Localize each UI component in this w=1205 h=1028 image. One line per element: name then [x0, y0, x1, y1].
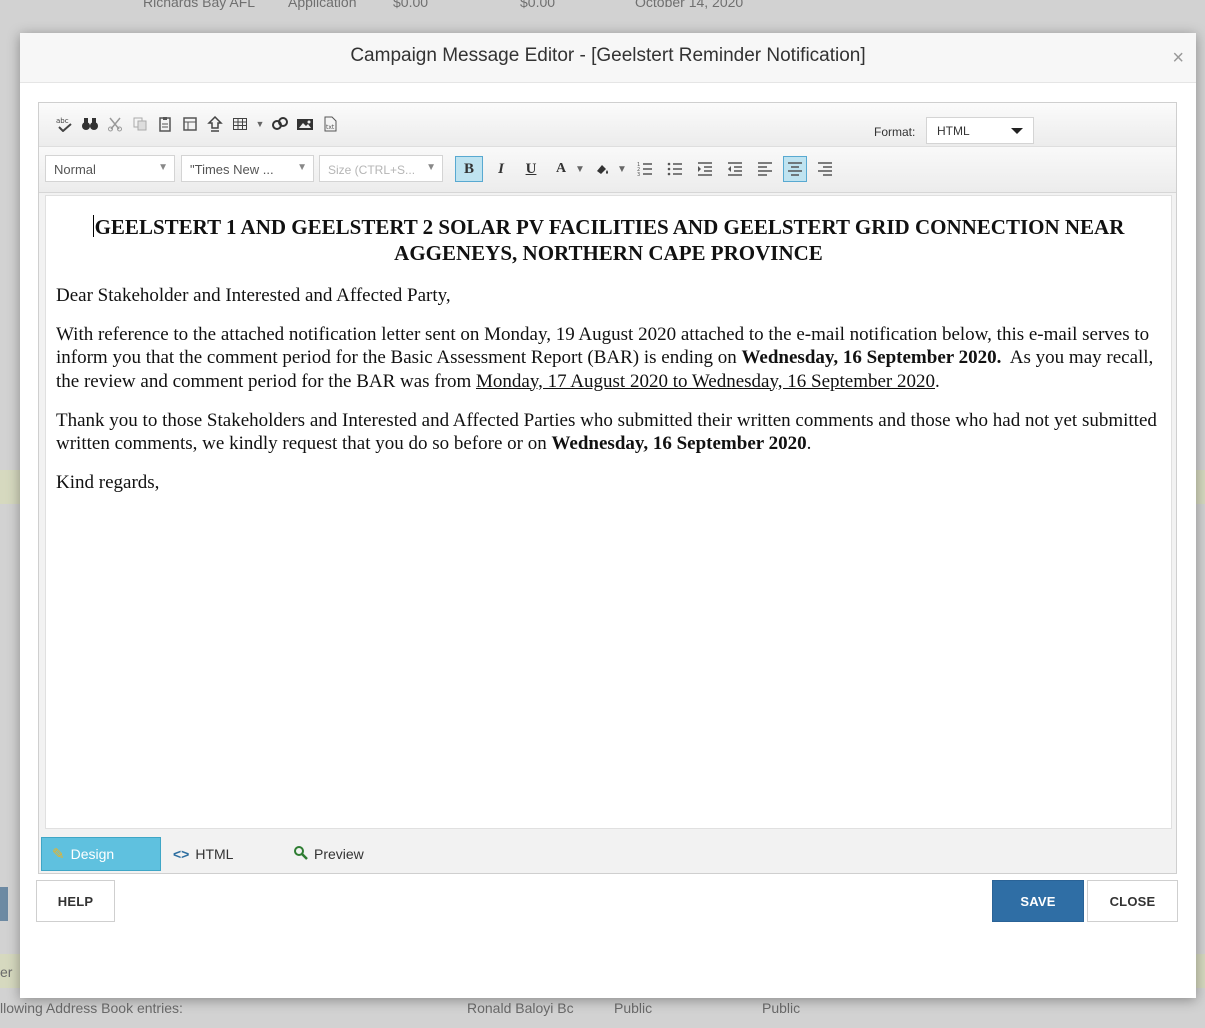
background-row: llowing Address Book entries: Ronald Bal… — [0, 996, 1205, 1028]
campaign-message-editor-dialog: Campaign Message Editor - [Geelstert Rem… — [20, 33, 1196, 998]
font-name-select[interactable]: "Times New ... ▼ — [181, 155, 314, 182]
font-name-value: "Times New ... — [190, 162, 274, 177]
background-cell: llowing Address Book entries: — [0, 1000, 183, 1016]
background-cell: $0.00 — [520, 0, 556, 10]
cut-icon[interactable] — [103, 113, 127, 135]
image-manager-icon[interactable] — [293, 113, 317, 135]
code-icon: <> — [173, 846, 190, 862]
format-select[interactable]: HTML — [926, 117, 1034, 144]
body-text: . — [935, 370, 940, 392]
find-icon[interactable] — [78, 113, 102, 135]
outdent-icon[interactable] — [723, 156, 747, 182]
design-mode-label: Design — [70, 846, 115, 862]
numbered-list-icon[interactable]: 123 — [633, 156, 657, 182]
dialog-header: Campaign Message Editor - [Geelstert Rem… — [20, 33, 1196, 83]
closing-paragraph: Kind regards, — [56, 472, 160, 494]
svg-text:3: 3 — [637, 172, 640, 177]
indent-icon[interactable] — [693, 156, 717, 182]
body-text: . — [806, 432, 812, 454]
background-cell: Ronald Baloyi Bc — [467, 1000, 574, 1016]
body-bold-text: Wednesday, 16 September 2020. — [741, 347, 1002, 369]
background-cell: Public — [762, 1000, 801, 1016]
help-button[interactable]: HELP — [36, 880, 115, 922]
copy-icon[interactable] — [128, 113, 152, 135]
font-size-select[interactable]: Size (CTRL+S... ▼ — [319, 155, 443, 182]
highlight-dropdown-arrow-icon[interactable]: ▼ — [617, 156, 627, 182]
text-cursor — [92, 215, 94, 237]
preview-mode-tab[interactable]: Preview — [283, 837, 374, 871]
format-select-value: HTML — [937, 124, 970, 138]
svg-text:abc: abc — [56, 117, 69, 125]
chevron-down-icon: ▼ — [158, 162, 168, 173]
editor-content-area[interactable]: GEELSTERT 1 AND GEELSTERT 2 SOLAR PV FAC… — [45, 195, 1172, 829]
save-button[interactable]: SAVE — [992, 880, 1084, 922]
insert-table-icon[interactable] — [228, 113, 252, 135]
spellcheck-icon[interactable]: abc — [53, 113, 77, 135]
table-dropdown-arrow-icon[interactable]: ▼ — [253, 113, 267, 135]
rich-text-editor: abc ▼ txt Format: HTML Normal ▼ "Times N… — [38, 102, 1177, 874]
align-center-icon[interactable] — [783, 156, 807, 182]
paste-icon[interactable] — [153, 113, 177, 135]
document-heading: GEELSTERT 1 AND GEELSTERT 2 SOLAR PV FAC… — [56, 214, 1161, 266]
background-cell: Richards Bay AFL — [143, 0, 256, 10]
font-color-dropdown-arrow-icon[interactable]: ▼ — [575, 156, 585, 182]
upload-icon[interactable] — [203, 113, 227, 135]
magnifier-icon — [293, 845, 308, 864]
background-cell: Public — [614, 1000, 653, 1016]
chevron-down-icon: ▼ — [297, 162, 307, 173]
html-mode-tab[interactable]: <> HTML — [163, 837, 243, 871]
dialog-title: Campaign Message Editor - [Geelstert Rem… — [350, 45, 866, 66]
svg-text:txt: txt — [326, 124, 335, 131]
body-paragraph-2: Thank you to those Stakeholders and Inte… — [56, 409, 1161, 455]
pencil-icon: ✎ — [52, 846, 65, 863]
body-bold-text: Wednesday, 16 September 2020 — [551, 432, 807, 454]
bulleted-list-icon[interactable] — [663, 156, 687, 182]
close-icon[interactable]: × — [1172, 47, 1184, 70]
editor-toolbar-top: abc ▼ txt Format: HTML — [39, 103, 1176, 147]
font-size-placeholder: Size (CTRL+S... — [328, 163, 416, 177]
format-label: Format: — [874, 125, 916, 139]
design-mode-tab[interactable]: ✎ Design — [41, 837, 161, 871]
chevron-down-icon: ▼ — [426, 162, 436, 173]
background-cell: October 14, 2020 — [635, 0, 744, 10]
bold-button[interactable]: B — [455, 156, 483, 182]
background-cell: Application — [288, 0, 357, 10]
body-paragraph-1: With reference to the attached notificat… — [56, 323, 1161, 393]
background-text: er — [0, 964, 13, 980]
align-left-icon[interactable] — [753, 156, 777, 182]
align-right-icon[interactable] — [813, 156, 837, 182]
background-row: Richards Bay AFL Application $0.00 $0.00… — [0, 0, 1205, 12]
paste-from-word-icon[interactable] — [178, 113, 202, 135]
chevron-down-icon — [1011, 128, 1023, 134]
highlight-color-icon[interactable] — [591, 156, 615, 182]
font-color-button[interactable]: A — [549, 156, 573, 182]
paragraph-style-select[interactable]: Normal ▼ — [45, 155, 175, 182]
underline-button[interactable]: U — [519, 156, 543, 182]
body-underlined-text: Monday, 17 August 2020 to Wednesday, 16 … — [476, 370, 935, 392]
link-icon[interactable] — [268, 113, 292, 135]
close-button[interactable]: CLOSE — [1087, 880, 1178, 922]
background-cell: $0.00 — [393, 0, 429, 10]
background-tab — [0, 887, 8, 921]
template-manager-icon[interactable]: txt — [318, 113, 342, 135]
paragraph-style-value: Normal — [54, 162, 96, 177]
greeting-paragraph: Dear Stakeholder and Interested and Affe… — [56, 285, 451, 307]
editor-mode-bar: ✎ Design <> HTML Preview — [39, 833, 1176, 873]
italic-button[interactable]: I — [489, 156, 513, 182]
editor-toolbar-formatting: Normal ▼ "Times New ... ▼ Size (CTRL+S..… — [39, 147, 1176, 193]
preview-mode-label: Preview — [314, 846, 364, 862]
html-mode-label: HTML — [195, 846, 234, 862]
document-heading-text: GEELSTERT 1 AND GEELSTERT 2 SOLAR PV FAC… — [94, 215, 1125, 266]
